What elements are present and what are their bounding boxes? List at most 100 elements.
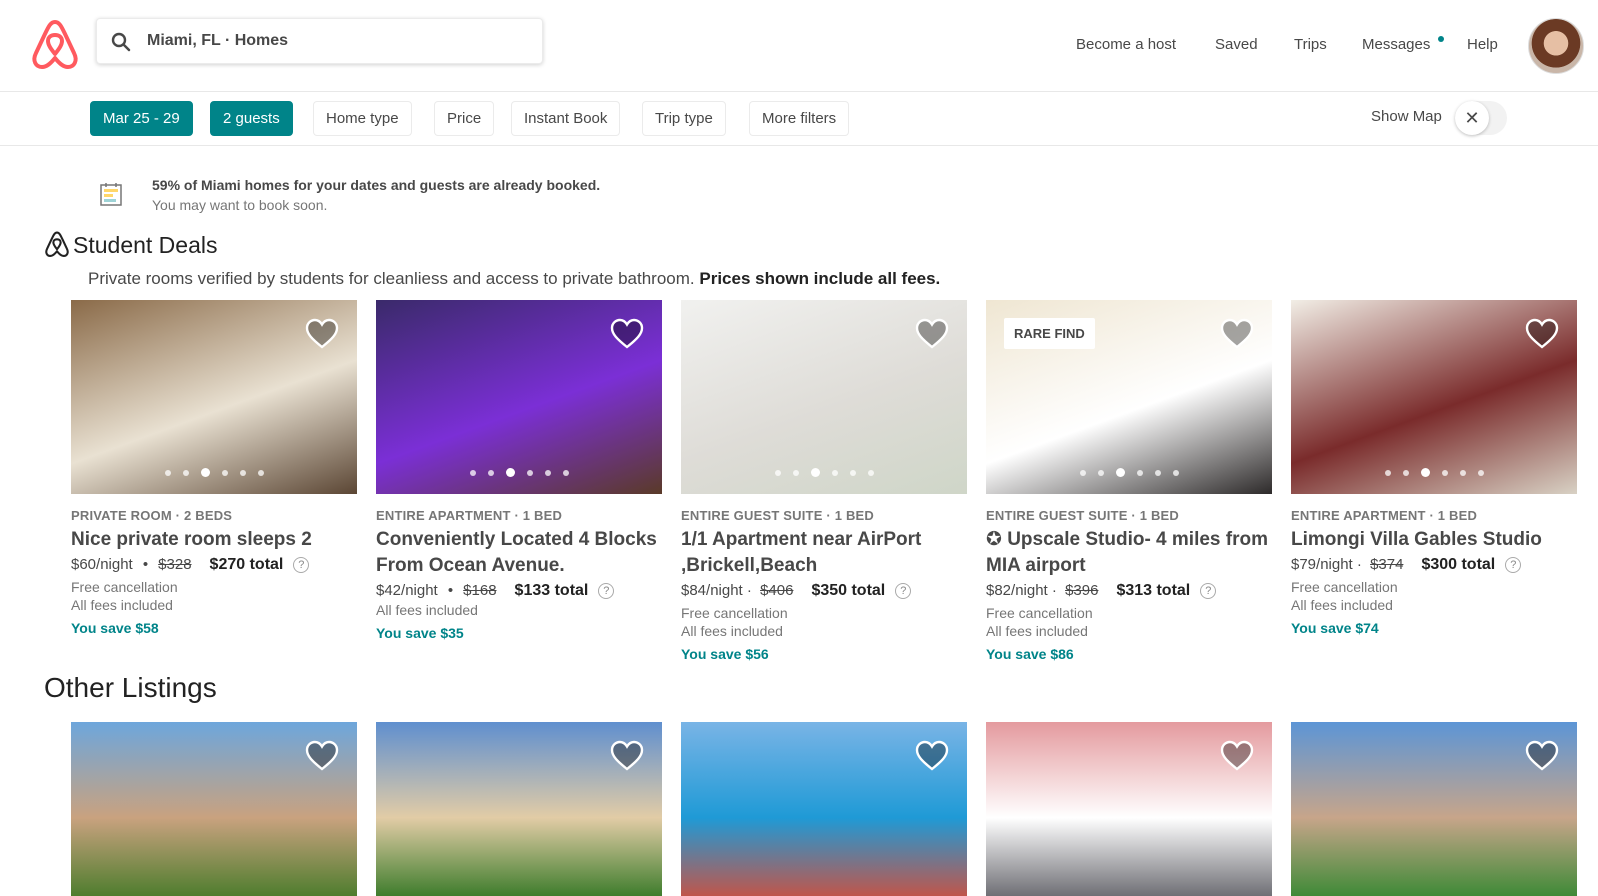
price-separator: • (447, 582, 454, 599)
filter-home-type[interactable]: Home type (313, 101, 412, 136)
total-price: $313 total (1116, 582, 1191, 599)
help-icon[interactable]: ? (1200, 583, 1217, 599)
fees-included: All fees included (986, 623, 1088, 639)
price-per-night: $84/night · (681, 582, 752, 599)
listing-photo[interactable]: RARE FIND (986, 300, 1272, 494)
photo-carousel-dots[interactable] (681, 464, 967, 482)
other-listing-card[interactable] (1291, 722, 1577, 896)
savings-amount: You save $35 (376, 625, 464, 641)
listing-kind: ENTIRE APARTMENT · 1 BED (376, 508, 563, 523)
other-listing-card[interactable] (71, 722, 357, 896)
original-price: $374 (1370, 556, 1404, 573)
savings-amount: You save $58 (71, 620, 159, 636)
user-avatar[interactable] (1528, 18, 1584, 74)
listing-kind: ENTIRE APARTMENT · 1 BED (1291, 508, 1478, 523)
heart-icon[interactable] (610, 740, 644, 772)
listing-title[interactable]: 1/1 Apartment near AirPort ,Brickell,Bea… (681, 527, 967, 579)
price-per-night: $82/night · (986, 582, 1057, 599)
fees-included: All fees included (1291, 597, 1393, 613)
student-deals-title: Student Deals (73, 232, 218, 258)
listing-photo[interactable] (376, 300, 662, 494)
listing-title[interactable]: ✪ Upscale Studio- 4 miles from MIA airpo… (986, 527, 1272, 579)
free-cancellation: Free cancellation (1291, 579, 1398, 595)
filter-dates[interactable]: Mar 25 - 29 (90, 101, 193, 136)
heart-icon[interactable] (1220, 318, 1254, 350)
listing-card[interactable]: ENTIRE GUEST SUITE · 1 BED 1/1 Apartment … (681, 300, 967, 662)
savings-amount: You save $74 (1291, 620, 1379, 636)
heart-icon[interactable] (305, 318, 339, 350)
nav-messages[interactable]: Messages (1362, 36, 1430, 53)
listing-photo[interactable] (71, 300, 357, 494)
student-deals-subtitle-bold: Prices shown include all fees. (699, 269, 941, 288)
listing-price-row: $60/night • $328 $270 total? (71, 556, 357, 574)
other-listings-title: Other Listings (44, 672, 217, 703)
photo-carousel-dots[interactable] (1291, 464, 1577, 482)
photo-carousel-dots[interactable] (986, 464, 1272, 482)
heart-icon[interactable] (1525, 318, 1559, 350)
listing-kind: ENTIRE GUEST SUITE · 1 BED (986, 508, 1180, 523)
filter-more-filters[interactable]: More filters (749, 101, 850, 136)
total-price: $300 total (1421, 556, 1496, 573)
listing-card[interactable]: ENTIRE APARTMENT · 1 BED Limongi Villa Ga… (1291, 300, 1577, 636)
nav-become-a-host[interactable]: Become a host (1076, 36, 1176, 53)
other-listing-card[interactable] (986, 722, 1272, 896)
filter-price[interactable]: Price (434, 101, 495, 136)
photo-carousel-dots[interactable] (376, 464, 662, 482)
rare-find-badge: RARE FIND (1004, 318, 1095, 349)
total-price: $133 total (514, 582, 589, 599)
original-price: $406 (760, 582, 794, 599)
listing-title[interactable]: Conveniently Located 4 Blocks From Ocean… (376, 527, 662, 579)
show-map-label: Show Map (1371, 108, 1442, 125)
free-cancellation: Free cancellation (71, 579, 178, 595)
other-listing-card[interactable] (376, 722, 662, 896)
listing-card[interactable]: PRIVATE ROOM · 2 BEDS Nice private room s… (71, 300, 357, 636)
listing-card[interactable]: ENTIRE APARTMENT · 1 BED Conveniently Loc… (376, 300, 662, 641)
student-deals-subtitle-text: Private rooms verified by students for c… (88, 269, 695, 288)
listing-card[interactable]: RARE FIND ENTIRE GUEST SUITE · 1 BED ✪ Ups… (986, 300, 1272, 662)
heart-icon[interactable] (610, 318, 644, 350)
calendar-note-icon (100, 183, 122, 206)
nav-saved[interactable]: Saved (1215, 36, 1258, 53)
search-value: Miami, FL · Homes (147, 32, 289, 49)
heart-icon[interactable] (305, 740, 339, 772)
airbnb-logo-icon[interactable] (30, 18, 80, 70)
filter-instant-book[interactable]: Instant Book (511, 101, 621, 136)
photo-carousel-dots[interactable] (71, 464, 357, 482)
heart-icon[interactable] (1525, 740, 1559, 772)
filter-guests[interactable]: 2 guests (210, 101, 293, 136)
listing-title[interactable]: Nice private room sleeps 2 (71, 527, 357, 553)
listing-photo[interactable] (1291, 300, 1577, 494)
top-header: Miami, FL · Homes Become a host Saved Tr… (0, 0, 1598, 92)
free-cancellation: Free cancellation (986, 605, 1093, 621)
filter-trip-type[interactable]: Trip type (642, 101, 726, 136)
help-icon[interactable]: ? (598, 583, 615, 599)
original-price: $396 (1065, 582, 1099, 599)
help-icon[interactable]: ? (293, 557, 310, 573)
total-price: $350 total (811, 582, 886, 599)
booked-notice-title: 59% of Miami homes for your dates and gu… (152, 177, 601, 193)
heart-icon[interactable] (915, 740, 949, 772)
nav-trips[interactable]: Trips (1294, 36, 1327, 53)
free-cancellation: Free cancellation (681, 605, 788, 621)
help-icon[interactable]: ? (895, 583, 912, 599)
listing-photo[interactable] (681, 300, 967, 494)
listing-price-row: $84/night · $406 $350 total? (681, 582, 967, 600)
heart-icon[interactable] (915, 318, 949, 350)
show-map-toggle[interactable]: ✕ (1455, 101, 1507, 135)
listing-title[interactable]: Limongi Villa Gables Studio (1291, 527, 1577, 553)
booked-notice-subtitle: You may want to book soon. (152, 197, 328, 213)
listing-price-row: $42/night • $168 $133 total? (376, 582, 662, 600)
heart-icon[interactable] (1220, 740, 1254, 772)
fees-included: All fees included (71, 597, 173, 613)
original-price: $168 (463, 582, 497, 599)
close-icon[interactable]: ✕ (1455, 101, 1489, 135)
nav-help[interactable]: Help (1467, 36, 1498, 53)
other-listing-card[interactable] (681, 722, 967, 896)
search-bar[interactable]: Miami, FL · Homes (96, 18, 543, 64)
total-price: $270 total (209, 556, 284, 573)
savings-amount: You save $56 (681, 646, 769, 662)
messages-unread-dot (1438, 36, 1444, 42)
price-per-night: $79/night · (1291, 556, 1362, 573)
airbnb-logo-icon (45, 231, 69, 257)
help-icon[interactable]: ? (1505, 557, 1522, 573)
